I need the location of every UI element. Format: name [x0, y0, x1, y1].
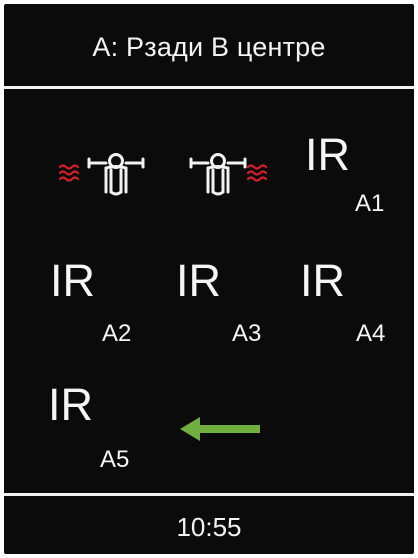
seat-heat-left-button[interactable] — [44, 134, 154, 214]
page-title: A: Рзади В центре — [92, 32, 326, 62]
ir-channel-label: A4 — [356, 320, 386, 347]
seat-heat-right-button[interactable] — [174, 134, 284, 214]
header-divider — [4, 86, 414, 89]
ir-a2-button[interactable]: IR A2 — [50, 248, 160, 358]
ir-channel-label: A3 — [232, 320, 262, 347]
ir-label: IR — [305, 129, 350, 180]
back-arrow-icon — [180, 417, 260, 441]
ir-a1-button[interactable]: IR A1 — [300, 122, 410, 232]
back-button[interactable] — [170, 404, 270, 454]
ir-label: IR — [176, 255, 221, 306]
footer-divider — [4, 493, 414, 496]
ir-channel-label: A1 — [355, 190, 385, 217]
ir-channel-label: A2 — [102, 320, 132, 347]
seat-heat-left-icon — [58, 153, 145, 196]
ir-a5-button[interactable]: IR A5 — [48, 372, 158, 482]
ir-label: IR — [50, 255, 95, 306]
seat-heat-right-icon — [189, 153, 268, 196]
clock-time: 10:55 — [176, 512, 242, 542]
ir-channel-label: A5 — [100, 446, 130, 473]
ir-a4-button[interactable]: IR A4 — [300, 248, 410, 358]
display-screen: A: Рзади В центре IR A1 IR A2 IR A3 IR A… — [4, 4, 414, 554]
ir-a3-button[interactable]: IR A3 — [176, 248, 286, 358]
ir-label: IR — [48, 379, 93, 430]
ir-label: IR — [300, 255, 345, 306]
